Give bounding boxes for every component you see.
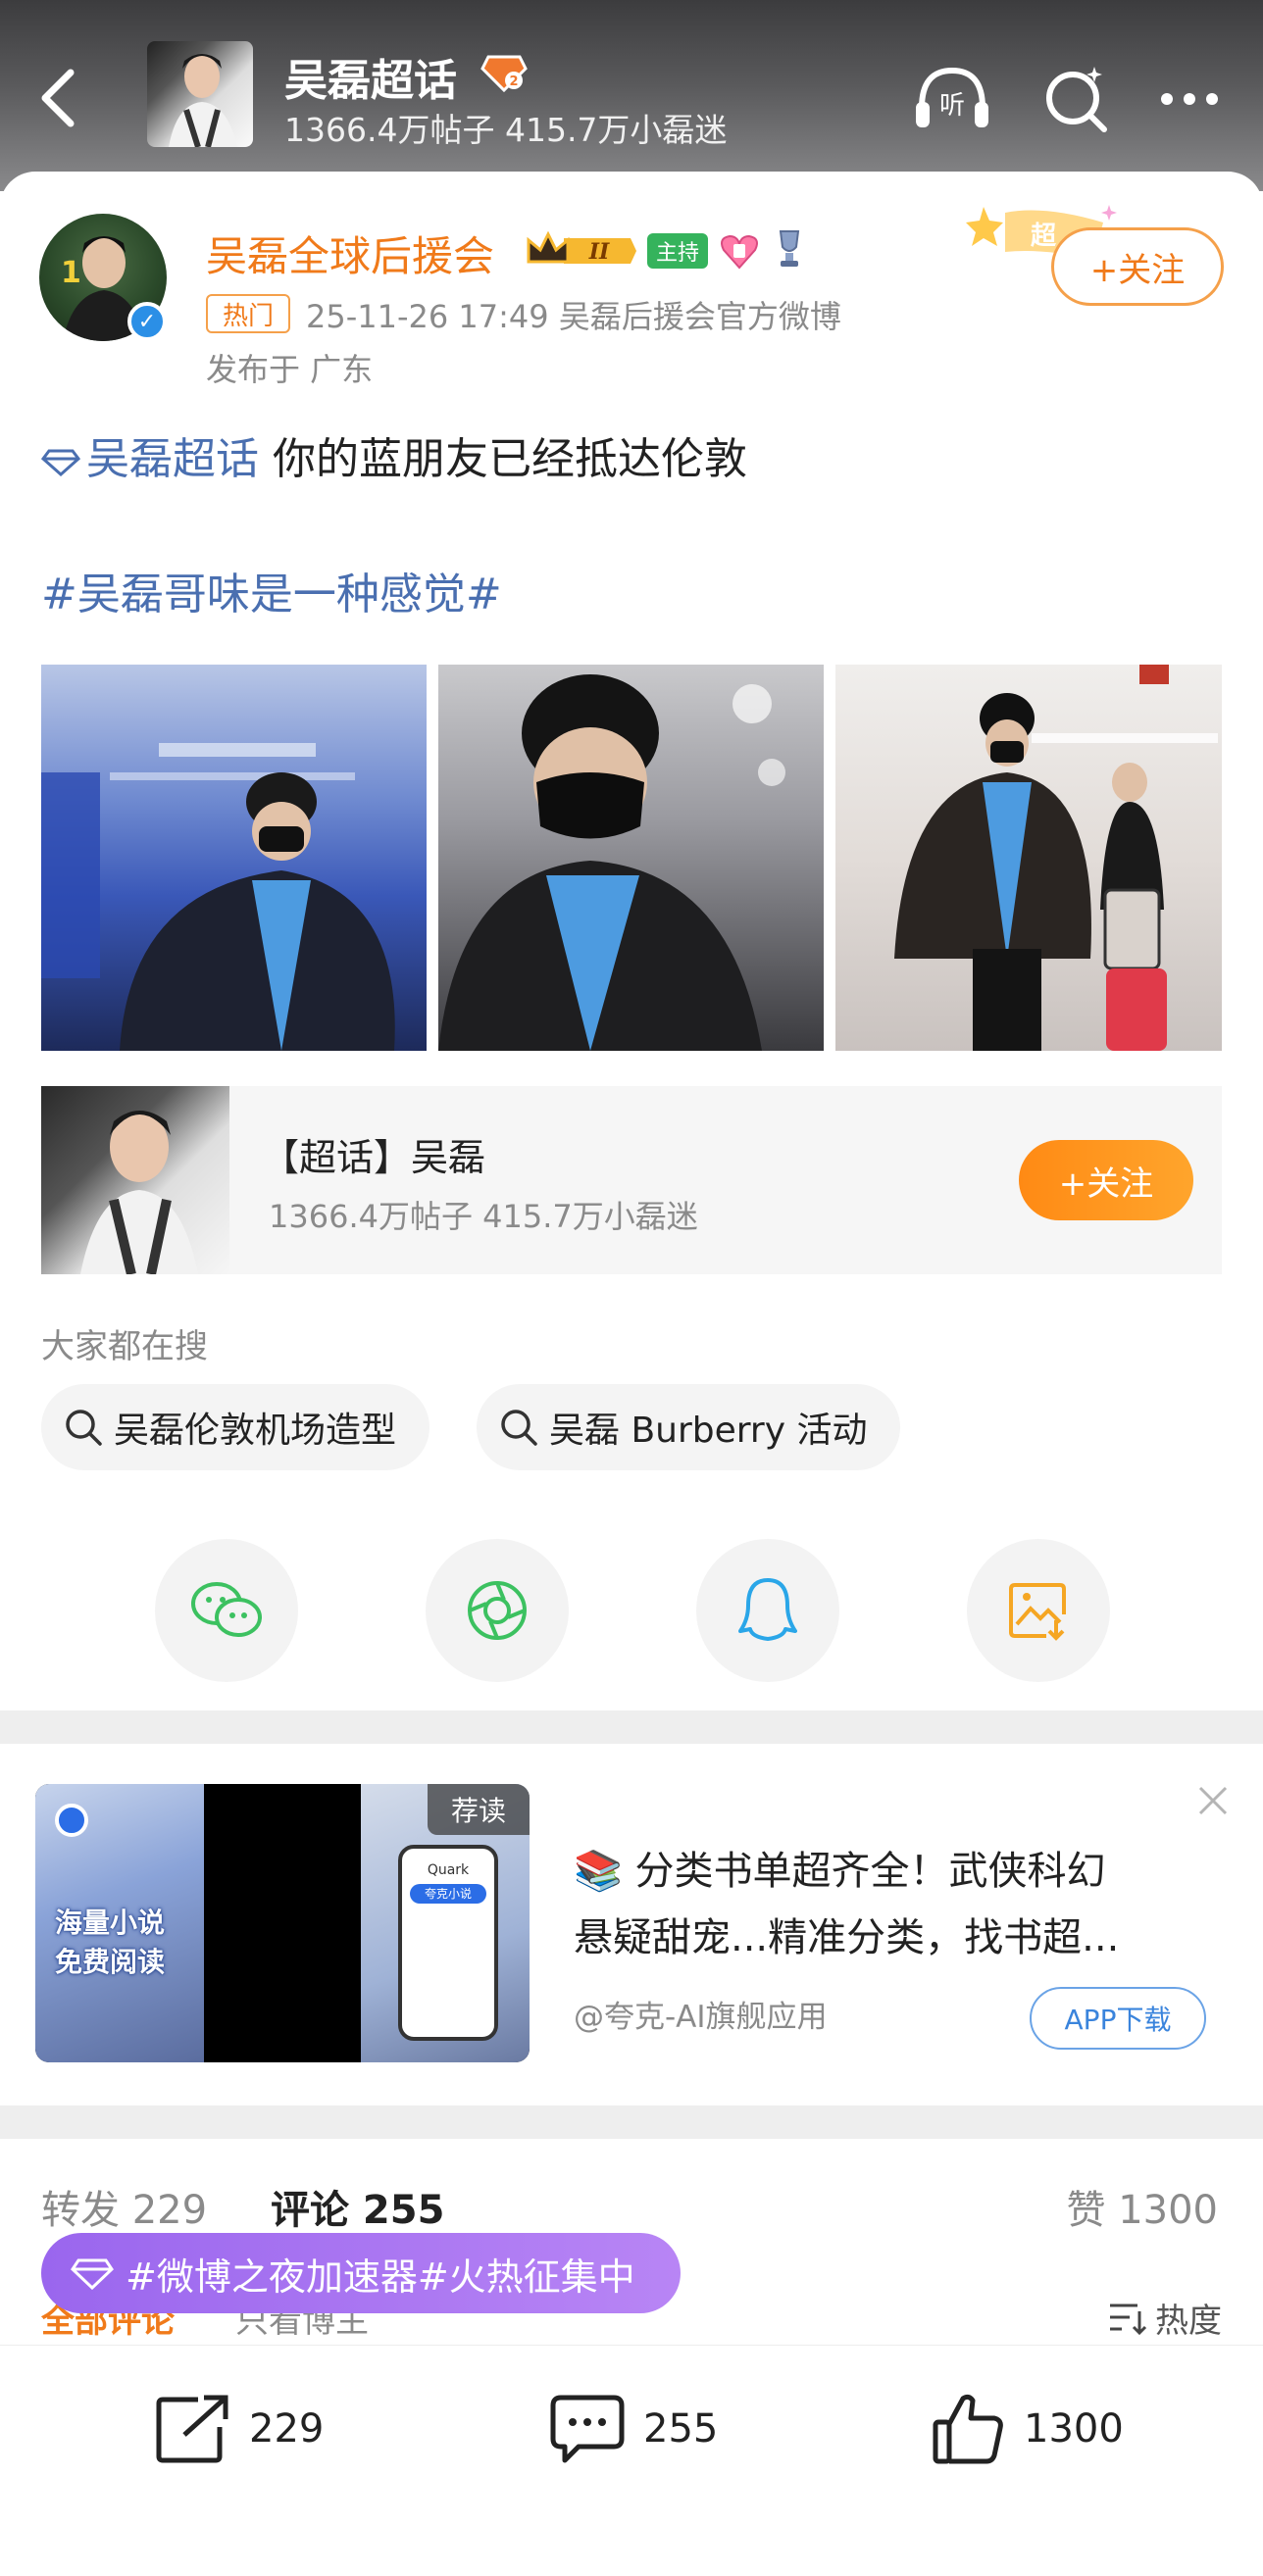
svg-text:2: 2	[509, 74, 518, 89]
close-icon[interactable]	[1194, 1782, 1232, 1819]
ad-headline[interactable]: 📚 分类书单超齐全！武侠科幻	[574, 1839, 1106, 1896]
search-icon[interactable]	[1036, 59, 1116, 139]
comment-count: 255	[643, 2406, 719, 2452]
comment-button[interactable]: 255	[549, 2390, 718, 2468]
ad-phone-mockup: Quark 夸克小说	[398, 1845, 498, 2041]
thumbs-up-icon	[933, 2394, 1003, 2464]
search-suggestion-chip[interactable]: 吴磊伦敦机场造型	[41, 1384, 430, 1470]
back-arrow-icon[interactable]	[29, 59, 88, 137]
post-text: 吴磊超话 你的蓝朋友已经抵达伦敦	[41, 423, 747, 486]
post-photo-1[interactable]	[41, 665, 427, 1051]
crown-level-badge-icon: II	[527, 230, 636, 265]
hashtag-link[interactable]: #吴磊哥味是一种感觉#	[41, 559, 502, 621]
svg-text:超: 超	[1031, 222, 1057, 251]
post-meta: 25-11-26 17:49 吴磊后援会官方微博	[306, 298, 841, 335]
diamond-icon	[71, 2258, 114, 2290]
ad-image-text: 海量小说	[55, 1907, 166, 1939]
sort-by-heat-button[interactable]: 热度	[1108, 2294, 1222, 2342]
ad-phone-search-bar: 夸克小说	[410, 1884, 486, 1904]
section-divider	[0, 2105, 1263, 2139]
host-badge: 主持	[647, 233, 708, 269]
app-download-button[interactable]: APP下载	[1030, 1987, 1206, 2050]
like-count: 1300	[1024, 2406, 1124, 2452]
moments-icon	[468, 1581, 527, 1640]
comment-tab[interactable]: 评论 255	[271, 2178, 444, 2235]
supertopic-follow-button[interactable]: +关注	[1019, 1140, 1193, 1220]
more-icon[interactable]	[1149, 59, 1230, 139]
listen-icon[interactable]: 听	[912, 59, 992, 139]
svg-text:听: 听	[939, 91, 965, 121]
quark-logo-icon	[55, 1804, 88, 1837]
save-image-icon	[1009, 1583, 1066, 1641]
sort-icon	[1110, 2304, 1147, 2335]
qq-icon	[738, 1578, 797, 1641]
supertopic-card-stats: 1366.4万帖子 415.7万小磊迷	[269, 1198, 698, 1235]
trophy-icon	[779, 230, 800, 267]
verified-badge-icon: ✓	[127, 302, 167, 341]
supertopic-card-title: 【超话】吴磊	[262, 1136, 486, 1179]
ad-image-left-panel: 海量小说 免费阅读	[35, 1784, 204, 2062]
forward-button[interactable]: 229	[155, 2390, 324, 2468]
ad-recommend-badge: 荐读	[428, 1784, 530, 1835]
trending-search-label: 大家都在搜	[41, 1327, 208, 1366]
supertopic-title: 吴磊超话	[284, 56, 457, 106]
forward-count: 229	[249, 2406, 325, 2452]
comment-icon	[550, 2395, 625, 2463]
ad-image[interactable]: 海量小说 免费阅读 Quark 夸克小说 荐读	[35, 1784, 530, 2062]
search-suggestion-chip[interactable]: 吴磊 Burberry 活动	[477, 1384, 901, 1470]
forward-tab[interactable]: 转发 229	[41, 2178, 207, 2235]
section-divider	[0, 1710, 1263, 1744]
like-tab[interactable]: 赞 1300	[1066, 2178, 1218, 2235]
follow-author-button[interactable]: +关注	[1051, 227, 1224, 306]
supertopic-level-icon: 2	[480, 55, 528, 93]
svg-text:II: II	[588, 239, 610, 265]
supertopic-link[interactable]: 吴磊超话	[86, 434, 259, 484]
supertopic-stats: 1366.4万帖子 415.7万小磊迷	[284, 111, 728, 149]
supertopic-card[interactable]: 【超话】吴磊 1366.4万帖子 415.7万小磊迷 +关注	[41, 1086, 1222, 1276]
post-location: 发布于 广东	[206, 351, 374, 388]
post-body: 你的蓝朋友已经抵达伦敦	[259, 434, 747, 484]
post-photo-2[interactable]	[438, 665, 824, 1051]
sort-label: 热度	[1155, 2302, 1222, 2341]
ad-source[interactable]: @夸克-AI旗舰应用	[574, 1992, 828, 2036]
search-icon	[501, 1410, 537, 1446]
save-image-button[interactable]	[967, 1539, 1110, 1682]
fan-heart-icon	[721, 234, 758, 270]
post-photo-3[interactable]	[835, 665, 1222, 1051]
supertopic-thumbnail[interactable]	[147, 41, 253, 147]
event-banner-text: #微博之夜加速器#火热征集中	[126, 2254, 635, 2299]
svg-text:1: 1	[61, 256, 81, 290]
supertopic-diamond-icon	[41, 449, 80, 476]
like-button[interactable]: 1300	[932, 2390, 1124, 2468]
search-icon	[66, 1410, 102, 1446]
forward-icon	[156, 2395, 228, 2463]
wechat-icon	[191, 1582, 262, 1637]
hot-tag: 热门	[206, 294, 290, 333]
event-banner[interactable]: #微博之夜加速器#火热征集中	[41, 2233, 681, 2313]
supertopic-card-thumbnail	[41, 1086, 229, 1276]
share-wechat-button[interactable]	[155, 1539, 298, 1682]
ad-image-text: 免费阅读	[55, 1946, 166, 1978]
search-suggestion-text: 吴磊伦敦机场造型	[114, 1411, 397, 1451]
author-name[interactable]: 吴磊全球后援会	[206, 223, 494, 283]
share-moments-button[interactable]	[426, 1539, 569, 1682]
ad-headline-cont[interactable]: 悬疑甜宠...精准分类，找书超...	[574, 1906, 1119, 1962]
ad-phone-brand: Quark	[427, 1862, 470, 1878]
share-qq-button[interactable]	[696, 1539, 839, 1682]
search-suggestion-text: 吴磊 Burberry 活动	[549, 1411, 868, 1451]
